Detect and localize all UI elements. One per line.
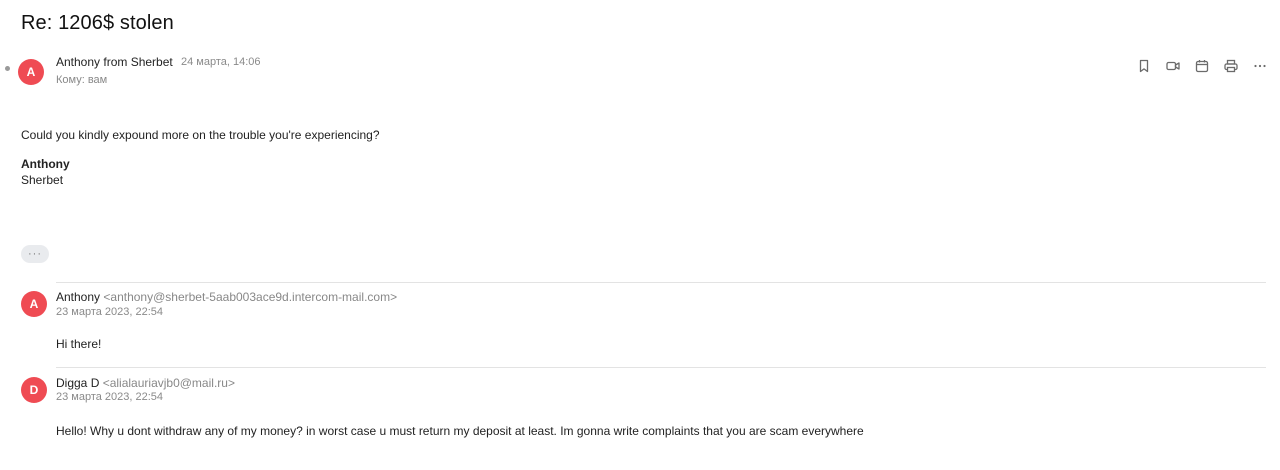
quoted-body: Hi there! [56,337,102,351]
more-icon [1254,64,1266,68]
quoted-date: 23 марта 2023, 22:54 [56,306,164,318]
quoted-sender-email[interactable]: <anthony@sherbet-5aab003ace9d.intercom-m… [103,290,397,304]
calendar-icon [1195,60,1209,73]
print-button[interactable] [1223,58,1239,74]
video-icon [1166,61,1180,71]
bookmark-button[interactable] [1136,58,1152,74]
signature-company: Sherbet [21,173,64,187]
quoted-sender-line: Anthony <anthony@sherbet-5aab003ace9d.in… [56,290,397,304]
bookmark-icon [1139,59,1149,73]
quoted-sender-name[interactable]: Anthony [56,290,100,304]
quoted-sender-name[interactable]: Digga D [56,376,99,390]
video-call-button[interactable] [1165,58,1181,74]
message-body: Could you kindly expound more on the tro… [21,128,380,142]
unread-dot [5,66,10,71]
show-quoted-button[interactable]: ··· [21,245,49,263]
message-toolbar [1136,58,1268,74]
subject-title: Re: 1206$ stolen [21,12,174,34]
calendar-button[interactable] [1194,58,1210,74]
sender-name[interactable]: Anthony from Sherbet [56,55,173,69]
divider [56,282,1266,283]
message-date: 24 марта, 14:06 [181,56,261,68]
quoted-sender-email[interactable]: <alialauriavjb0@mail.ru> [103,376,235,390]
quoted-sender-line: Digga D <alialauriavjb0@mail.ru> [56,376,235,390]
avatar[interactable]: A [21,291,47,317]
divider [56,367,1266,368]
quoted-date: 23 марта 2023, 22:54 [56,391,164,403]
avatar[interactable]: A [18,59,44,85]
more-options-button[interactable] [1252,58,1268,74]
print-icon [1224,59,1238,73]
avatar[interactable]: D [21,377,47,403]
signature-name: Anthony [21,157,70,171]
recipient-line[interactable]: Кому: вам [56,74,107,86]
quoted-body: Hello! Why u dont withdraw any of my mon… [56,424,864,438]
